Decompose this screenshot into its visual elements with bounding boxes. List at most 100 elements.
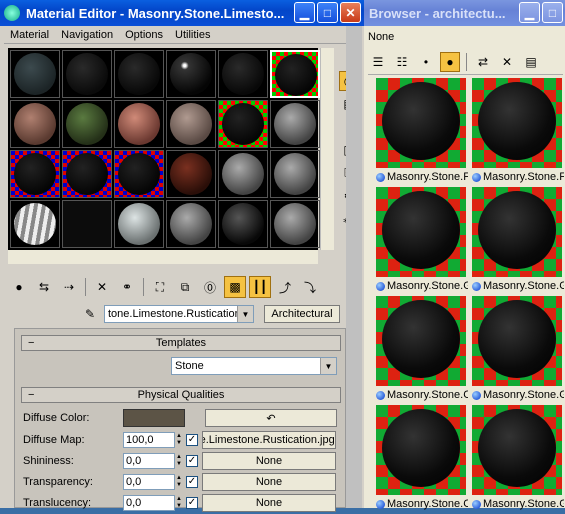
large-icons-icon[interactable]: ●: [440, 52, 460, 72]
minimize-icon[interactable]: ▁: [294, 2, 315, 23]
sample-slots-vscrollbar[interactable]: [320, 48, 334, 250]
sample-slot[interactable]: [62, 100, 112, 148]
translucency-map-button[interactable]: None: [202, 494, 336, 512]
chevron-down-icon[interactable]: ▼: [320, 358, 336, 374]
library-icon[interactable]: ▤: [521, 52, 541, 72]
transparency-row: Transparency: 0,0 ▲ ▼ ✓ None: [23, 473, 341, 491]
maximize-icon[interactable]: □: [317, 2, 338, 23]
reset-map-icon[interactable]: ✕: [91, 276, 113, 298]
spinner-arrows-icon[interactable]: ▲ ▼: [175, 432, 183, 448]
item-label: Masonry.Stone.F: [483, 171, 564, 183]
list-item[interactable]: Masonry.Stone.C: [374, 405, 468, 514]
sample-slot[interactable]: [270, 50, 320, 98]
diffuse-map-button[interactable]: e.Limestone.Rustication.jpg): [202, 431, 336, 449]
shininess-checkbox[interactable]: ✓: [186, 455, 198, 467]
diffuse-color-lock-button[interactable]: ↶: [205, 409, 337, 427]
sample-slot[interactable]: [10, 200, 60, 248]
parameters-scrollbar[interactable]: [346, 26, 362, 508]
spinner-arrows-icon[interactable]: ▲ ▼: [175, 495, 183, 511]
go-forward-sibling-icon[interactable]: ⤵: [299, 276, 321, 298]
shininess-row: Shininess: 0,0 ▲ ▼ ✓ None: [23, 452, 341, 470]
minimize-icon[interactable]: ▁: [519, 2, 540, 23]
list-item[interactable]: Masonry.Stone.F: [470, 78, 564, 187]
diffuse-color-swatch[interactable]: [123, 409, 185, 427]
material-id-icon[interactable]: ⓪: [199, 276, 221, 298]
list-view-icon[interactable]: ☰: [368, 52, 388, 72]
menu-utilities[interactable]: Utilities: [169, 29, 216, 41]
sample-slot[interactable]: [114, 50, 164, 98]
menu-options[interactable]: Options: [119, 29, 169, 41]
sample-slot[interactable]: [270, 200, 320, 248]
material-icon: [376, 390, 385, 400]
delete-icon[interactable]: ✕: [497, 52, 517, 72]
sample-slot[interactable]: [62, 200, 112, 248]
browser-titlebar[interactable]: Browser - architectu... ▁ □: [364, 0, 565, 26]
sample-slot[interactable]: [10, 150, 60, 198]
make-unique-icon[interactable]: ⚭: [116, 276, 138, 298]
shininess-spinner[interactable]: 0,0: [123, 453, 175, 469]
put-to-scene-icon[interactable]: ⇆: [33, 276, 55, 298]
browser-title: Browser - architectu...: [369, 5, 506, 21]
template-value: Stone: [175, 360, 204, 372]
sample-slot[interactable]: [10, 100, 60, 148]
sample-slot[interactable]: [166, 50, 216, 98]
put-to-library-icon[interactable]: ⛶: [149, 276, 171, 298]
sample-slot[interactable]: [62, 150, 112, 198]
sample-slot[interactable]: [218, 50, 268, 98]
sample-slot[interactable]: [270, 150, 320, 198]
show-map-in-viewport-icon[interactable]: ▩: [224, 276, 246, 298]
sample-slot[interactable]: [270, 100, 320, 148]
shininess-map-button[interactable]: None: [202, 452, 336, 470]
material-type-button[interactable]: Architectural: [264, 305, 340, 323]
sample-slot[interactable]: [166, 200, 216, 248]
physical-qualities-title: Physical Qualities: [137, 389, 225, 401]
material-name-field[interactable]: tone.Limestone.Rustication ▼: [104, 305, 254, 323]
diffuse-map-checkbox[interactable]: ✓: [186, 434, 198, 446]
transparency-spinner[interactable]: 0,0: [123, 474, 175, 490]
sample-slot[interactable]: [166, 150, 216, 198]
chevron-down-icon[interactable]: ▼: [237, 306, 253, 322]
sample-slot[interactable]: [62, 50, 112, 98]
list-item[interactable]: Masonry.Stone.F: [374, 78, 468, 187]
sample-slot[interactable]: [10, 50, 60, 98]
close-icon[interactable]: ✕: [340, 2, 361, 23]
sample-slot[interactable]: [114, 200, 164, 248]
translucency-spinner[interactable]: 0,0: [123, 495, 175, 511]
sample-slot[interactable]: [114, 100, 164, 148]
spinner-arrows-icon[interactable]: ▲ ▼: [175, 474, 183, 490]
list-item[interactable]: Masonry.Stone.G: [470, 187, 564, 296]
maximize-icon[interactable]: □: [542, 2, 563, 23]
sample-slot[interactable]: [166, 100, 216, 148]
material-editor-titlebar[interactable]: Material Editor - Masonry.Stone.Limesto.…: [0, 0, 364, 26]
physical-qualities-rollout-header[interactable]: − Physical Qualities: [21, 387, 341, 403]
assign-to-selection-icon[interactable]: ⇢: [58, 276, 80, 298]
list-item[interactable]: Masonry.Stone.C: [374, 296, 468, 405]
transparency-map-button[interactable]: None: [202, 473, 336, 491]
menu-navigation[interactable]: Navigation: [55, 29, 119, 41]
list-item[interactable]: Masonry.Stone.G: [374, 187, 468, 296]
diffuse-map-spinner[interactable]: 100,0: [123, 432, 175, 448]
small-icons-icon[interactable]: •: [416, 52, 436, 72]
templates-rollout-header[interactable]: − Templates: [21, 335, 341, 351]
translucency-checkbox[interactable]: ✓: [186, 497, 198, 509]
get-material-icon[interactable]: ●: [8, 276, 30, 298]
sample-slot[interactable]: [218, 100, 268, 148]
go-to-parent-icon[interactable]: ⤴: [274, 276, 296, 298]
list-item[interactable]: Masonry.Stone.G: [470, 405, 564, 514]
sample-slots-hscrollbar[interactable]: [8, 250, 318, 264]
menu-material[interactable]: Material: [4, 29, 55, 41]
list-icons-icon[interactable]: ☷: [392, 52, 412, 72]
update-scene-icon[interactable]: ⇄: [473, 52, 493, 72]
sample-slot[interactable]: [218, 150, 268, 198]
sample-slot[interactable]: [114, 150, 164, 198]
template-dropdown[interactable]: Stone ▼: [171, 357, 337, 375]
spinner-arrows-icon[interactable]: ▲ ▼: [175, 453, 183, 469]
item-label: Masonry.Stone.G: [387, 280, 468, 292]
pick-material-icon[interactable]: ✎: [80, 304, 100, 324]
transparency-checkbox[interactable]: ✓: [186, 476, 198, 488]
show-end-result-icon[interactable]: ┃┃: [249, 276, 271, 298]
material-effects-channel-icon[interactable]: ⧉: [174, 276, 196, 298]
material-icon: [376, 281, 385, 291]
list-item[interactable]: Masonry.Stone.G: [470, 296, 564, 405]
sample-slot[interactable]: [218, 200, 268, 248]
